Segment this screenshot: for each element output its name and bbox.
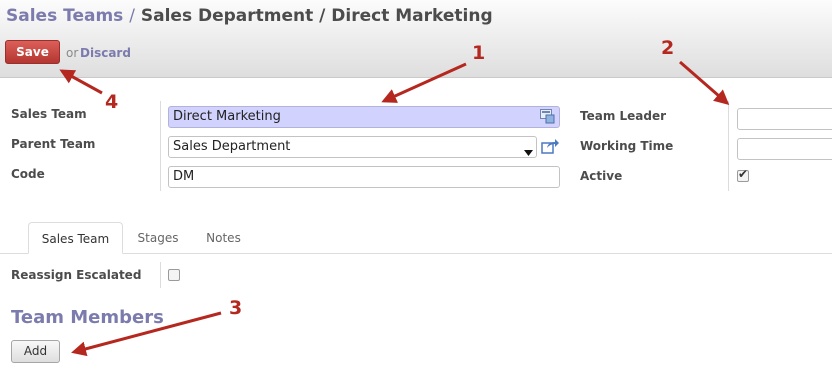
annotation-2-label: 2 <box>661 37 675 59</box>
arrow-4 <box>59 69 103 95</box>
annotation-3-label: 3 <box>229 297 243 319</box>
annotation-1-label: 1 <box>472 42 486 64</box>
form-view: Sales Teams / Sales Department / Direct … <box>0 0 832 370</box>
arrow-3 <box>71 311 222 357</box>
annotation-arrows <box>59 60 730 357</box>
annotation-4-label: 4 <box>105 91 119 113</box>
arrow-2 <box>679 60 730 105</box>
arrow-1 <box>381 62 467 103</box>
